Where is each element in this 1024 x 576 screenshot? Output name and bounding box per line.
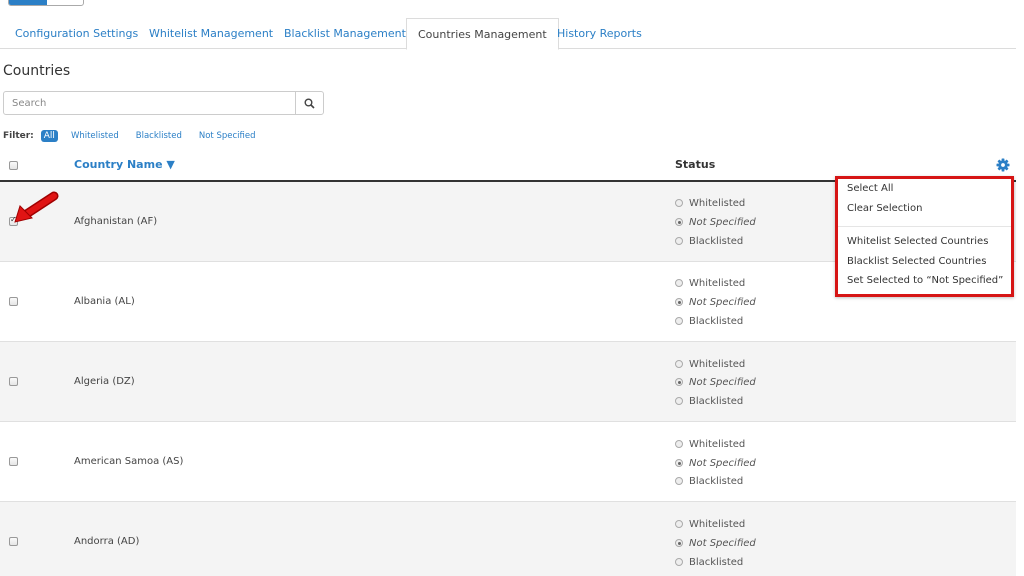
status-whitelisted-option[interactable]: Whitelisted <box>675 276 745 290</box>
country-name: Afghanistan (AF) <box>74 216 158 227</box>
status-label: Whitelisted <box>689 277 746 289</box>
status-not-specified-option[interactable]: Not Specified <box>675 215 756 229</box>
table-row: Algeria (DZ) Whitelisted Not Specified B… <box>0 342 1016 422</box>
filter-not-specified[interactable]: Not Specified <box>199 131 256 141</box>
menu-item-whitelist-selected[interactable]: Whitelist Selected Countries <box>847 236 988 247</box>
column-country-name[interactable]: Country Name ▼ <box>74 158 175 171</box>
radio-button[interactable] <box>675 520 683 528</box>
filter-bar: Filter: All Whitelisted Blacklisted Not … <box>3 129 273 143</box>
filter-label: Filter: <box>3 131 34 141</box>
radio-button[interactable] <box>675 539 683 547</box>
tab-whitelist-management[interactable]: Whitelist Management <box>149 18 273 49</box>
radio-button[interactable] <box>675 558 683 566</box>
gear-icon[interactable] <box>996 158 1010 172</box>
row-checkbox[interactable] <box>9 537 18 546</box>
filter-all[interactable]: All <box>40 130 58 142</box>
row-checkbox[interactable] <box>9 457 18 466</box>
status-blacklisted-option[interactable]: Blacklisted <box>675 234 743 248</box>
status-label: Not Specified <box>689 376 756 388</box>
radio-button[interactable] <box>675 279 683 287</box>
status-whitelisted-option[interactable]: Whitelisted <box>675 437 745 451</box>
status-not-specified-option[interactable]: Not Specified <box>675 456 756 470</box>
radio-button[interactable] <box>675 317 683 325</box>
toggle-on-segment <box>9 0 47 5</box>
status-blacklisted-option[interactable]: Blacklisted <box>675 555 743 569</box>
status-not-specified-option[interactable]: Not Specified <box>675 375 756 389</box>
status-not-specified-option[interactable]: Not Specified <box>675 536 756 550</box>
table-row: American Samoa (AS) Whitelisted Not Spec… <box>0 422 1016 502</box>
status-blacklisted-option[interactable]: Blacklisted <box>675 314 743 328</box>
red-arrow-icon <box>14 191 59 223</box>
country-name: Albania (AL) <box>74 296 135 307</box>
radio-button[interactable] <box>675 459 683 467</box>
radio-button[interactable] <box>675 360 683 368</box>
select-all-checkbox[interactable] <box>9 161 18 170</box>
tab-bar: Configuration Settings Whitelist Managem… <box>0 18 1016 50</box>
tab-history-reports[interactable]: History Reports <box>557 18 642 49</box>
status-label: Whitelisted <box>689 518 746 530</box>
column-status: Status <box>675 158 716 171</box>
status-label: Not Specified <box>689 296 756 308</box>
search-input[interactable] <box>4 92 296 114</box>
search-icon <box>304 98 315 109</box>
status-label: Whitelisted <box>689 358 746 370</box>
status-label: Blacklisted <box>689 235 744 247</box>
menu-item-blacklist-selected[interactable]: Blacklist Selected Countries <box>847 256 986 267</box>
tab-blacklist-management[interactable]: Blacklist Management <box>284 18 406 49</box>
status-not-specified-option[interactable]: Not Specified <box>675 295 756 309</box>
radio-button[interactable] <box>675 237 683 245</box>
bulk-actions-menu: Select All Clear Selection Whitelist Sel… <box>835 176 1014 297</box>
status-label: Blacklisted <box>689 556 744 568</box>
filter-whitelisted[interactable]: Whitelisted <box>71 131 119 141</box>
radio-button[interactable] <box>675 199 683 207</box>
search-button[interactable] <box>295 92 323 114</box>
menu-divider <box>838 226 1011 227</box>
table-row: Andorra (AD) Whitelisted Not Specified B… <box>0 502 1016 576</box>
tab-countries-management[interactable]: Countries Management <box>406 18 559 50</box>
status-label: Whitelisted <box>689 197 746 209</box>
radio-button[interactable] <box>675 440 683 448</box>
radio-button[interactable] <box>675 298 683 306</box>
status-label: Blacklisted <box>689 475 744 487</box>
row-checkbox[interactable] <box>9 297 18 306</box>
tab-configuration-settings[interactable]: Configuration Settings <box>15 18 138 49</box>
menu-item-clear-selection[interactable]: Clear Selection <box>847 203 922 214</box>
menu-item-select-all[interactable]: Select All <box>847 183 893 194</box>
search-box <box>3 91 324 115</box>
status-label: Not Specified <box>689 457 756 469</box>
radio-button[interactable] <box>675 477 683 485</box>
status-label: Whitelisted <box>689 438 746 450</box>
country-name: American Samoa (AS) <box>74 456 184 467</box>
filter-blacklisted[interactable]: Blacklisted <box>136 131 182 141</box>
top-toggle[interactable] <box>8 0 84 6</box>
status-blacklisted-option[interactable]: Blacklisted <box>675 394 743 408</box>
status-whitelisted-option[interactable]: Whitelisted <box>675 517 745 531</box>
status-whitelisted-option[interactable]: Whitelisted <box>675 357 745 371</box>
radio-button[interactable] <box>675 218 683 226</box>
radio-button[interactable] <box>675 378 683 386</box>
status-label: Not Specified <box>689 216 756 228</box>
radio-button[interactable] <box>675 397 683 405</box>
row-checkbox[interactable] <box>9 377 18 386</box>
status-label: Blacklisted <box>689 395 744 407</box>
status-label: Not Specified <box>689 537 756 549</box>
country-name: Algeria (DZ) <box>74 376 135 387</box>
status-label: Blacklisted <box>689 315 744 327</box>
country-name: Andorra (AD) <box>74 536 140 547</box>
status-whitelisted-option[interactable]: Whitelisted <box>675 196 745 210</box>
page-title: Countries <box>3 63 71 79</box>
status-blacklisted-option[interactable]: Blacklisted <box>675 474 743 488</box>
menu-item-set-not-specified[interactable]: Set Selected to “Not Specified” <box>847 275 1003 286</box>
